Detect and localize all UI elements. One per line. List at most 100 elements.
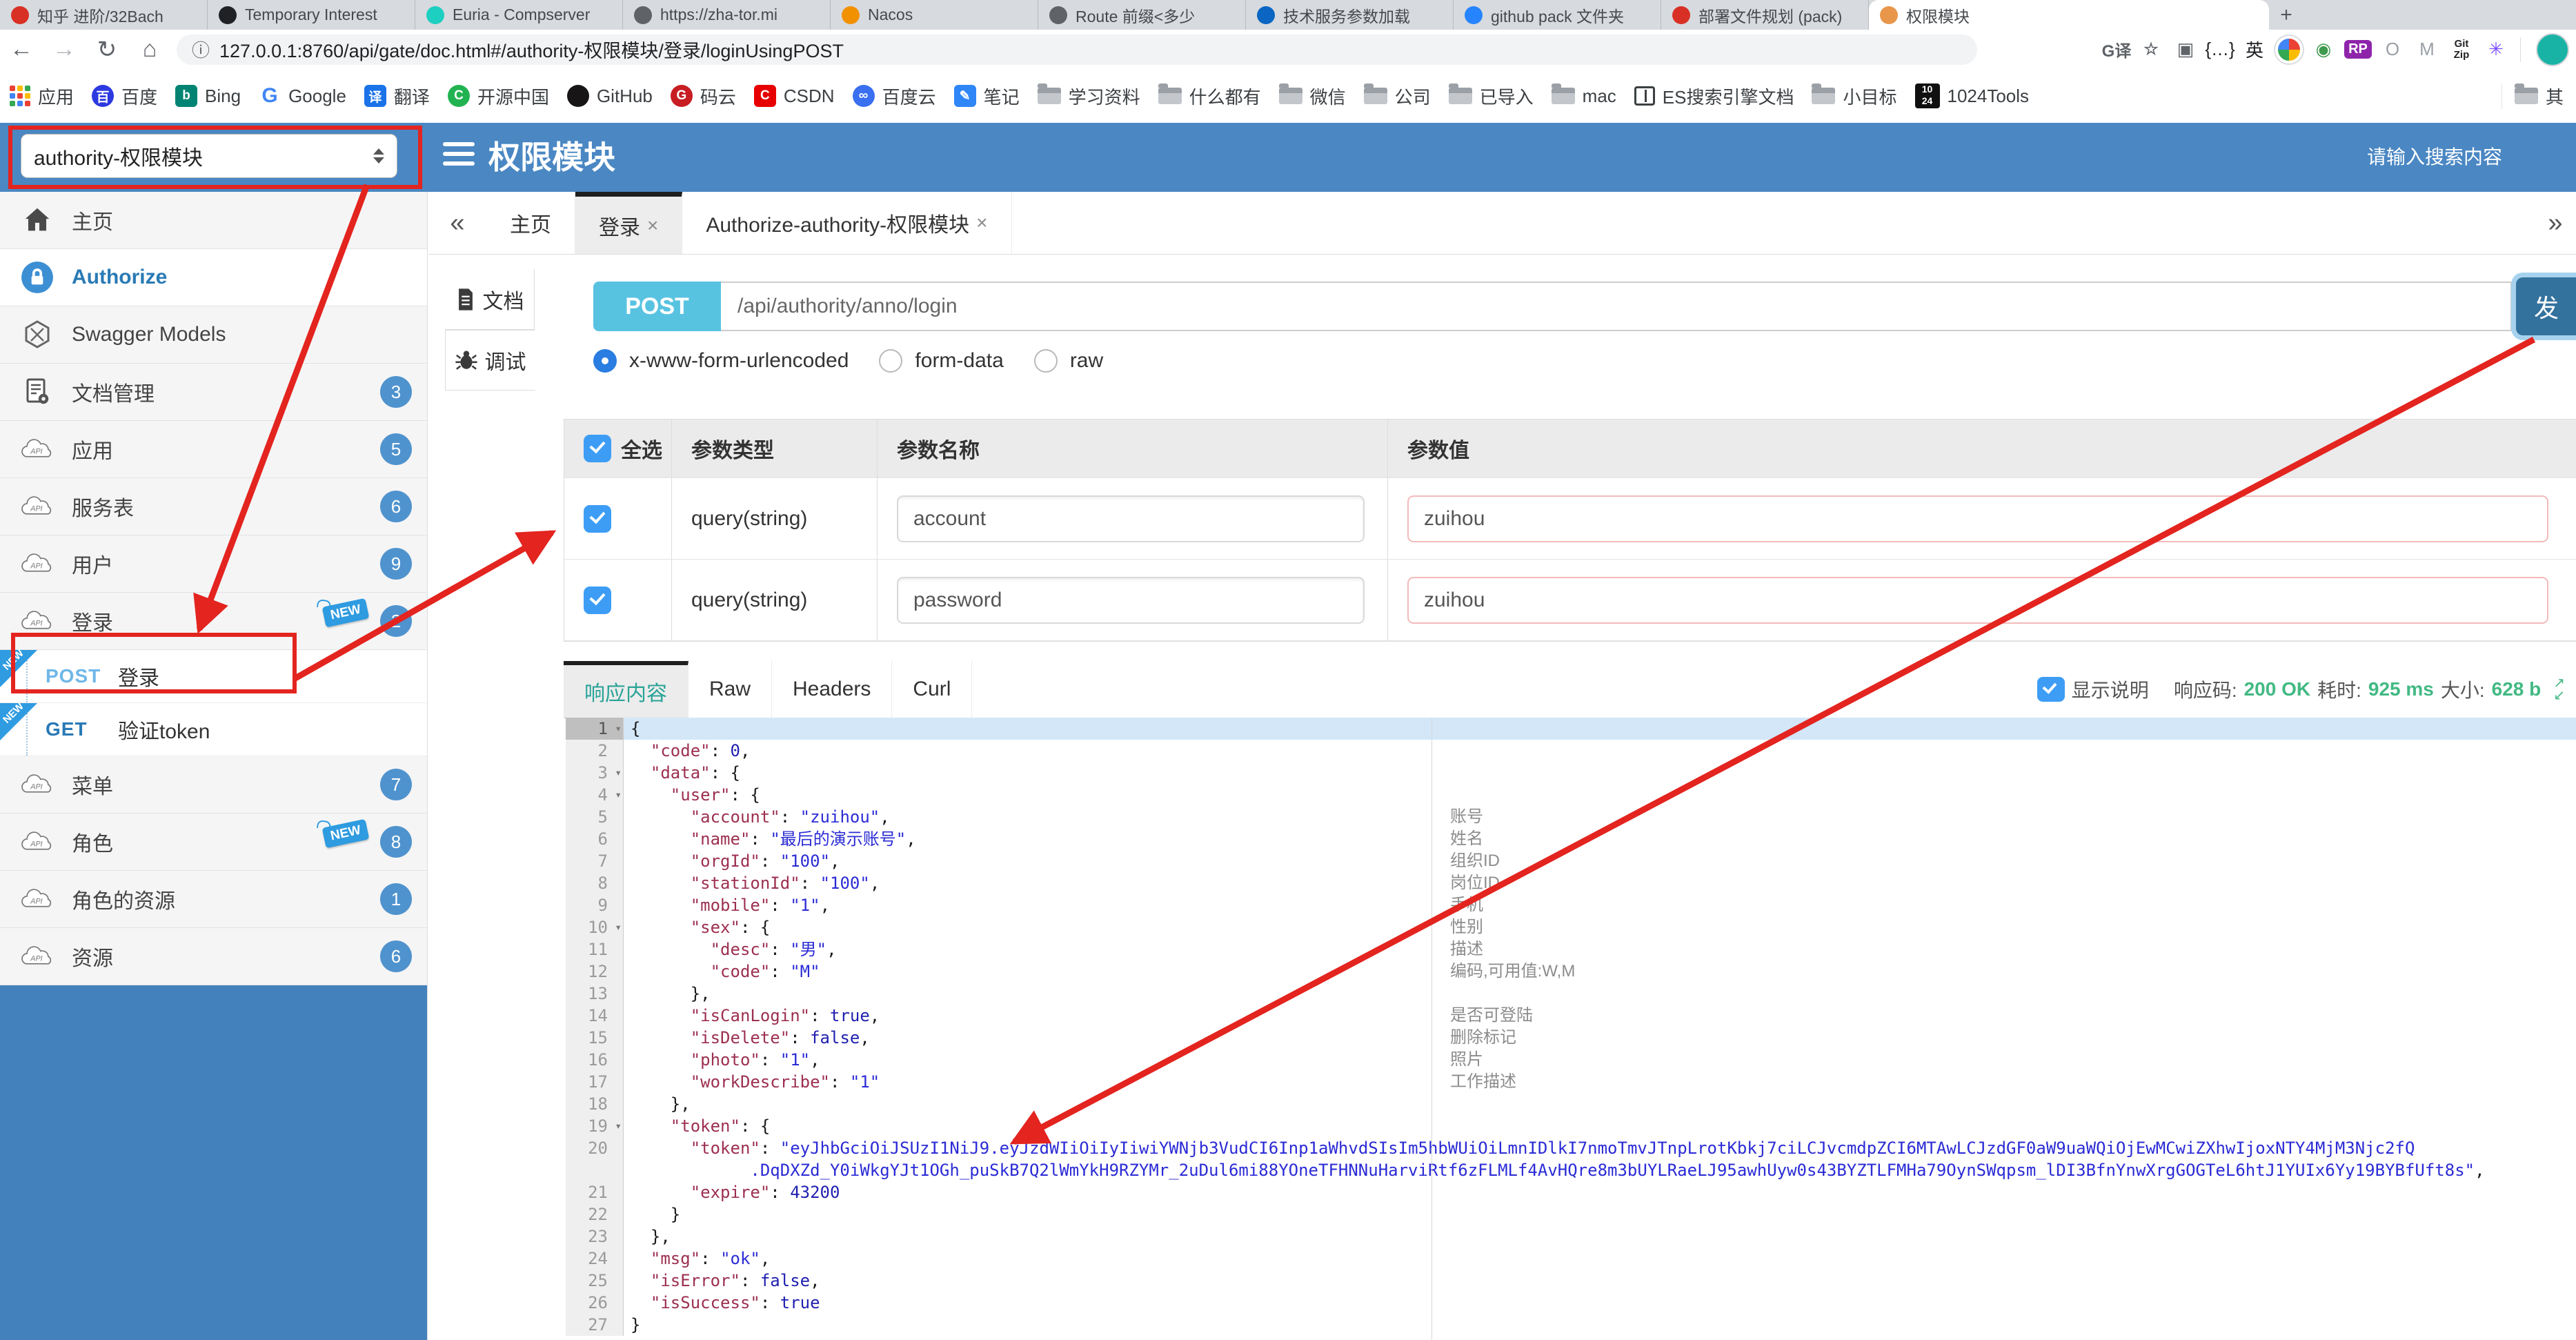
- line-number[interactable]: 18: [566, 1093, 624, 1115]
- param-checkbox[interactable]: [584, 586, 611, 614]
- bookmark-item[interactable]: ∞ 百度云: [852, 83, 936, 109]
- line-number[interactable]: 11: [566, 938, 624, 960]
- doc-tab[interactable]: Authorize-authority-权限模块 ×: [682, 192, 1012, 254]
- sidebar-item[interactable]: 主页: [0, 192, 427, 249]
- bookmark-item[interactable]: 什么都有: [1158, 83, 1261, 109]
- line-number[interactable]: 4 ▾: [566, 784, 624, 806]
- sidebar-item[interactable]: API 角色 NEW 8: [0, 814, 427, 871]
- close-tab-icon[interactable]: ×: [647, 215, 658, 237]
- line-number[interactable]: 12: [566, 960, 624, 983]
- o-ext-icon[interactable]: O: [2377, 34, 2408, 66]
- browser-tab[interactable]: github pack 文件夹: [1454, 0, 1661, 30]
- param-value-input[interactable]: zuihou: [1407, 495, 2548, 542]
- line-number[interactable]: 20: [566, 1137, 624, 1159]
- doc-tab[interactable]: 主页: [486, 192, 575, 254]
- line-number[interactable]: 10 ▾: [566, 916, 624, 938]
- asterisk-ext-icon[interactable]: ✳: [2480, 34, 2512, 66]
- browser-tab[interactable]: 部署文件规划 (pack): [1661, 0, 1869, 30]
- line-number[interactable]: 22: [566, 1203, 624, 1225]
- rail-tab-doc[interactable]: 文档: [445, 269, 535, 330]
- line-number[interactable]: 26: [566, 1292, 624, 1314]
- browser-tab[interactable]: 技术服务参数加载: [1246, 0, 1454, 30]
- response-tab[interactable]: 响应内容: [564, 661, 688, 718]
- expand-icon[interactable]: ↗ ↙: [2553, 676, 2565, 702]
- bookmark-item[interactable]: G 码云: [670, 83, 736, 109]
- close-tab-icon[interactable]: ×: [976, 212, 987, 234]
- line-number[interactable]: 8: [566, 872, 624, 894]
- response-tab[interactable]: Headers: [772, 661, 893, 718]
- bookmark-item[interactable]: 应用: [10, 83, 74, 109]
- param-name-input[interactable]: password: [897, 576, 1365, 624]
- browser-tab[interactable]: Temporary Interest: [208, 0, 415, 30]
- sidebar-item[interactable]: 文档管理 3: [0, 364, 427, 421]
- bookmark-item[interactable]: 百百度: [92, 83, 157, 109]
- sidebar-item[interactable]: API 资源 6: [0, 928, 427, 985]
- browser-tab[interactable]: 知乎 进阶/32Bach: [0, 0, 208, 30]
- new-tab-button[interactable]: +: [2269, 0, 2303, 30]
- line-number[interactable]: 14: [566, 1005, 624, 1027]
- forward-icon[interactable]: →: [43, 36, 86, 63]
- sidebar-item[interactable]: Authorize: [0, 249, 427, 306]
- line-number[interactable]: 21: [566, 1181, 624, 1203]
- select-all-checkbox[interactable]: [584, 435, 611, 462]
- line-number[interactable]: 23: [566, 1225, 624, 1248]
- body-type-radio[interactable]: [593, 349, 617, 373]
- bookmark-item[interactable]: GitHub: [566, 85, 653, 107]
- browser-tab[interactable]: 权限模块: [1869, 0, 2269, 30]
- sidebar-endpoint-get[interactable]: NEW GET 验证token: [0, 700, 427, 756]
- back-icon[interactable]: ←: [0, 36, 43, 63]
- json-braces-ext-icon[interactable]: {…}: [2204, 34, 2236, 66]
- bookmark-item[interactable]: 译翻译: [364, 83, 430, 109]
- bookmark-item[interactable]: 10 24 1024Tools: [1914, 83, 2029, 108]
- param-checkbox[interactable]: [584, 504, 611, 533]
- search-input[interactable]: 请输入搜索内容: [2367, 123, 2502, 192]
- line-number[interactable]: 27: [566, 1314, 624, 1336]
- show-desc-checkbox[interactable]: [2037, 677, 2065, 702]
- body-type-radio[interactable]: [1033, 349, 1058, 373]
- chrome-ball-ext-icon[interactable]: [2273, 34, 2305, 66]
- browser-tab[interactable]: Euria - Compserver: [415, 0, 623, 30]
- param-value-input[interactable]: zuihou: [1407, 576, 2548, 624]
- line-number[interactable]: 7: [566, 850, 624, 872]
- bookmark-item[interactable]: b Bing: [175, 85, 241, 107]
- sidebar-item[interactable]: API 角色的资源 1: [0, 871, 427, 928]
- line-number[interactable]: 6: [566, 828, 624, 850]
- translate-icon[interactable]: G译: [2101, 34, 2132, 66]
- home-icon[interactable]: ⌂: [128, 36, 171, 63]
- frame-ext-icon[interactable]: ▣: [2170, 34, 2201, 66]
- sidebar-item[interactable]: API 服务表 6: [0, 478, 427, 535]
- line-number[interactable]: 13: [566, 983, 624, 1005]
- browser-tab[interactable]: Route 前缀<多少: [1038, 0, 1246, 30]
- menu-icon[interactable]: [443, 142, 475, 166]
- line-number[interactable]: 2: [566, 740, 624, 762]
- line-number[interactable]: 15: [566, 1027, 624, 1049]
- send-button[interactable]: 发: [2516, 277, 2576, 335]
- bookmark-item[interactable]: C CSDN: [753, 85, 835, 107]
- line-number[interactable]: 1 ▾: [566, 718, 624, 740]
- gitzip-ext-icon[interactable]: Git Zip: [2446, 34, 2477, 66]
- bookmark-item[interactable]: G Google: [259, 84, 346, 107]
- line-number[interactable]: 24: [566, 1248, 624, 1270]
- bookmark-item[interactable]: 学习资料: [1037, 83, 1140, 109]
- line-number[interactable]: 16: [566, 1049, 624, 1071]
- doc-tab[interactable]: 登录 ×: [575, 192, 683, 254]
- body-type-radio[interactable]: [879, 349, 903, 373]
- response-tab[interactable]: Raw: [688, 661, 773, 718]
- bookmark-item[interactable]: 已导入: [1448, 83, 1534, 109]
- site-info-icon[interactable]: ⓘ: [192, 37, 210, 62]
- collapse-tabs-icon[interactable]: «: [428, 192, 486, 254]
- response-tab[interactable]: Curl: [892, 661, 973, 718]
- overflow-tabs-icon[interactable]: »: [2535, 192, 2576, 254]
- line-number[interactable]: 3 ▾: [566, 762, 624, 784]
- bookmark-item[interactable]: ✎ 笔记: [953, 83, 1020, 109]
- sidebar-item[interactable]: Swagger Models: [0, 306, 427, 364]
- bookmark-item[interactable]: 公司: [1363, 83, 1431, 109]
- reload-icon[interactable]: ↻: [86, 36, 128, 63]
- line-number[interactable]: 5: [566, 806, 624, 828]
- profile-avatar[interactable]: [2536, 32, 2569, 66]
- bookmark-item[interactable]: ES搜索引擎文档: [1634, 83, 1794, 109]
- rail-tab-debug[interactable]: 调试: [445, 330, 535, 391]
- sidebar-item[interactable]: API 应用 5: [0, 421, 427, 478]
- en-translate-ext-icon[interactable]: 英: [2239, 34, 2270, 66]
- bookmark-item[interactable]: 小目标: [1812, 83, 1897, 109]
